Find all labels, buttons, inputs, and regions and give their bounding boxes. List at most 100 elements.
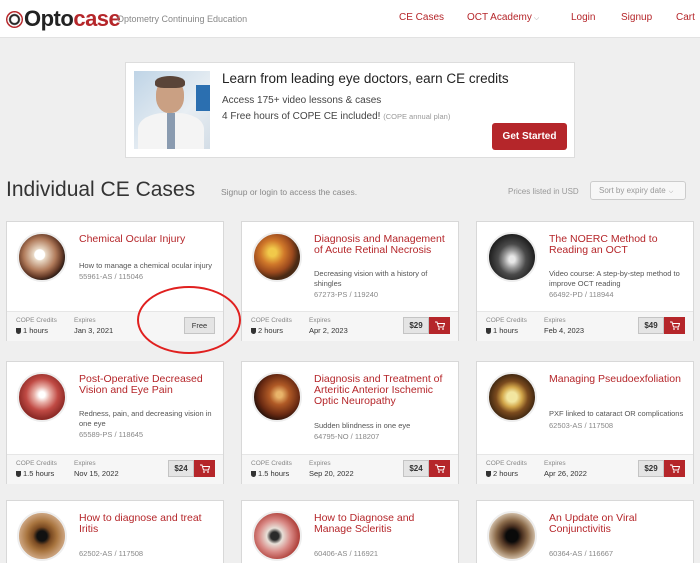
credits-value-text: 1 hours	[493, 326, 519, 335]
credits-value-text: 1 hours	[23, 326, 49, 335]
price-button[interactable]: $49	[638, 317, 664, 334]
optocase-logo[interactable]: Optocase	[6, 6, 121, 31]
promo-line-2: 4 Free hours of COPE CE included! (COPE …	[222, 111, 450, 122]
nav-login[interactable]: Login	[571, 12, 595, 23]
chevron-down-icon: ⌵	[533, 15, 540, 22]
nav-ce-cases[interactable]: CE Cases	[399, 12, 444, 23]
case-card[interactable]: Diagnosis and Treatment of Arteritic Ant…	[241, 361, 459, 484]
case-title[interactable]: Diagnosis and Management of Acute Retina…	[314, 234, 454, 256]
case-thumbnail	[487, 511, 537, 561]
case-title[interactable]: How to diagnose and treat Iritis	[79, 513, 219, 535]
logo-text-part2: case	[73, 6, 121, 31]
credits-value: 1.5 hours	[16, 469, 54, 478]
case-code: 60364-AS / 116667	[549, 549, 614, 558]
signup-note: Signup or login to access the cases.	[221, 187, 358, 197]
case-thumbnail	[487, 232, 537, 282]
case-footer: COPE Credits 1.5 hours Expires Sep 20, 2…	[242, 454, 458, 484]
case-footer: COPE Credits 1 hours Expires Feb 4, 2023…	[477, 311, 693, 341]
case-card[interactable]: Post-Operative Decreased Vision and Eye …	[6, 361, 224, 484]
case-thumbnail	[252, 511, 302, 561]
add-to-cart-button[interactable]	[664, 460, 685, 477]
promo-plan-note: (COPE annual plan)	[383, 112, 451, 121]
expires-value: Apr 26, 2022	[544, 469, 587, 478]
cart-icon	[199, 464, 210, 473]
credits-label: COPE Credits	[486, 317, 527, 324]
shield-icon	[251, 328, 256, 334]
top-navbar: Optocase Optometry Continuing Education …	[0, 0, 700, 38]
promo-line-1: Access 175+ video lessons & cases	[222, 95, 382, 106]
expires-value: Feb 4, 2023	[544, 326, 585, 335]
sort-dropdown-label: Sort by expiry date	[599, 186, 666, 195]
highlight-annotation-circle	[137, 286, 241, 354]
credits-label: COPE Credits	[16, 460, 57, 467]
case-thumbnail	[252, 232, 302, 282]
case-description: How to manage a chemical ocular injury	[79, 261, 212, 270]
credits-label: COPE Credits	[251, 460, 292, 467]
page-title: Individual CE Cases	[6, 178, 196, 201]
case-title[interactable]: Chemical Ocular Injury	[79, 234, 219, 245]
add-to-cart-button[interactable]	[429, 460, 450, 477]
price-button[interactable]: $24	[403, 460, 429, 477]
case-card[interactable]: Diagnosis and Management of Acute Retina…	[241, 221, 459, 341]
expires-label: Expires	[74, 317, 96, 324]
credits-value: 1 hours	[486, 326, 518, 335]
case-description: PXF linked to cataract OR complications	[549, 409, 684, 418]
expires-value: Nov 15, 2022	[74, 469, 119, 478]
nav-cart[interactable]: Cart	[676, 12, 695, 23]
case-card[interactable]: How to diagnose and treat Iritis 62502-A…	[6, 500, 224, 563]
expires-label: Expires	[309, 317, 331, 324]
case-thumbnail	[17, 232, 67, 282]
cart-icon	[669, 321, 680, 330]
shield-icon	[16, 471, 21, 477]
nav-oct-academy-label: OCT Academy	[467, 12, 532, 23]
case-title[interactable]: Post-Operative Decreased Vision and Eye …	[79, 374, 219, 396]
nav-oct-academy[interactable]: OCT Academy ⌵	[467, 12, 539, 23]
credits-value-text: 1.5 hours	[23, 469, 55, 478]
add-to-cart-button[interactable]	[429, 317, 450, 334]
promo-line-2-text: 4 Free hours of COPE CE included!	[222, 111, 381, 122]
price-button[interactable]: $29	[403, 317, 429, 334]
case-card[interactable]: The NOERC Method to Reading an OCT Video…	[476, 221, 694, 341]
price-button[interactable]: $29	[638, 460, 664, 477]
nav-signup[interactable]: Signup	[621, 12, 652, 23]
case-title[interactable]: The NOERC Method to Reading an OCT	[549, 234, 689, 256]
case-title[interactable]: Diagnosis and Treatment of Arteritic Ant…	[314, 374, 454, 407]
sort-dropdown[interactable]: Sort by expiry date ⌵	[590, 181, 686, 200]
get-started-button[interactable]: Get Started	[492, 123, 567, 150]
doctor-photo	[134, 71, 210, 149]
cart-icon	[434, 464, 445, 473]
credits-value: 1 hours	[16, 326, 48, 335]
case-code: 65589-PS / 118645	[79, 430, 144, 439]
case-code: 64795-NO / 118207	[314, 432, 380, 441]
cart-icon	[669, 464, 680, 473]
credits-value-text: 2 hours	[258, 326, 284, 335]
case-card[interactable]: An Update on Viral Conjunctivitis 60364-…	[476, 500, 694, 563]
case-title[interactable]: An Update on Viral Conjunctivitis	[549, 513, 689, 535]
expires-value: Sep 20, 2022	[309, 469, 354, 478]
shield-icon	[251, 471, 256, 477]
add-to-cart-button[interactable]	[664, 317, 685, 334]
case-card[interactable]: Managing Pseudoexfoliation PXF linked to…	[476, 361, 694, 484]
case-code: 55961-AS / 115046	[79, 272, 144, 281]
credits-label: COPE Credits	[486, 460, 527, 467]
case-thumbnail	[17, 511, 67, 561]
eye-logo-icon	[6, 10, 23, 28]
case-code: 66492-PD / 118944	[549, 290, 614, 299]
price-button[interactable]: $24	[168, 460, 194, 477]
credits-value-text: 1.5 hours	[258, 469, 290, 478]
case-title[interactable]: Managing Pseudoexfoliation	[549, 374, 689, 385]
shield-icon	[486, 471, 491, 477]
cart-icon	[434, 321, 445, 330]
chevron-down-icon: ⌵	[668, 189, 674, 195]
shield-icon	[16, 328, 21, 334]
case-card[interactable]: How to Diagnose and Manage Scleritis 604…	[241, 500, 459, 563]
case-description: Redness, pain, and decreasing vision in …	[79, 409, 212, 428]
expires-label: Expires	[544, 317, 566, 324]
expires-label: Expires	[74, 460, 96, 467]
case-title[interactable]: How to Diagnose and Manage Scleritis	[314, 513, 454, 535]
expires-label: Expires	[544, 460, 566, 467]
case-description: Video course: A step-by-step method to i…	[549, 269, 680, 288]
case-footer: COPE Credits 1.5 hours Expires Nov 15, 2…	[7, 454, 223, 484]
add-to-cart-button[interactable]	[194, 460, 215, 477]
case-code: 67273-PS / 119240	[314, 290, 379, 299]
